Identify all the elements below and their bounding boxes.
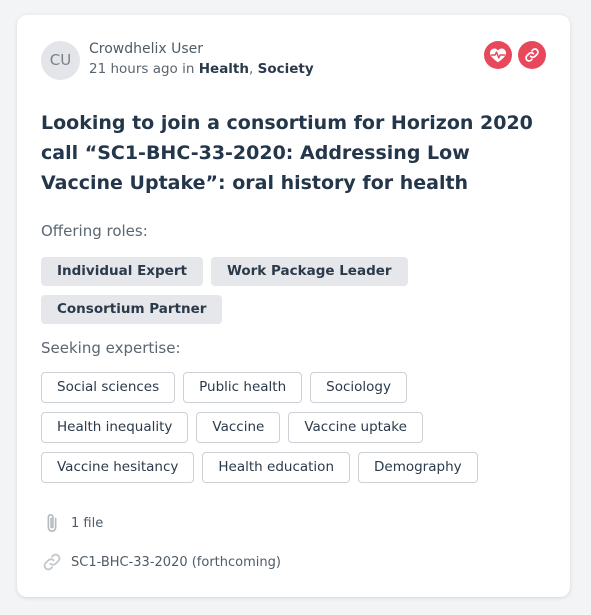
- heart-pulse-icon: [489, 48, 507, 63]
- paperclip-icon: [41, 512, 63, 534]
- in-word: in: [182, 61, 195, 77]
- post-actions: [484, 41, 546, 69]
- expertise-tag[interactable]: Demography: [358, 452, 478, 483]
- expertise-tag[interactable]: Social sciences: [41, 372, 176, 403]
- seeking-expertise-label: Seeking expertise:: [41, 339, 181, 357]
- role-chip: Work Package Leader: [210, 257, 408, 286]
- post-card: CU Crowdhelix User 21 hours ago in Healt…: [17, 15, 570, 597]
- expertise-tag[interactable]: Vaccine uptake: [288, 412, 423, 443]
- category-link-society[interactable]: Society: [258, 61, 314, 77]
- post-title[interactable]: Looking to join a consortium for Horizon…: [41, 108, 551, 198]
- expertise-tag[interactable]: Health inequality: [41, 412, 189, 443]
- expertise-tag[interactable]: Health education: [202, 452, 350, 483]
- role-chip: Individual Expert: [41, 257, 203, 286]
- call-link-text[interactable]: SC1-BHC-33-2020 (forthcoming): [71, 555, 281, 570]
- link-icon: [525, 48, 539, 62]
- category-link-health[interactable]: Health: [199, 61, 249, 77]
- expertise-tag[interactable]: Public health: [183, 372, 303, 403]
- expertise-tag[interactable]: Sociology: [310, 372, 407, 403]
- attachments-row[interactable]: 1 file: [41, 512, 103, 534]
- call-link-row[interactable]: SC1-BHC-33-2020 (forthcoming): [41, 551, 281, 573]
- expertise-tag[interactable]: Vaccine: [196, 412, 281, 443]
- offering-roles-label: Offering roles:: [41, 222, 148, 240]
- author-name[interactable]: Crowdhelix User: [89, 41, 203, 57]
- expertise-tag[interactable]: Vaccine hesitancy: [41, 452, 195, 483]
- role-chip: Consortium Partner: [41, 295, 223, 324]
- copy-link-button[interactable]: [518, 41, 546, 69]
- seeking-expertise-list: Social sciences Public health Sociology …: [41, 372, 551, 492]
- avatar[interactable]: CU: [41, 41, 80, 80]
- offering-roles-list: Individual Expert Work Package Leader Co…: [41, 257, 551, 333]
- file-count: 1 file: [71, 515, 104, 531]
- post-time: 21 hours ago: [89, 61, 178, 77]
- post-header: CU Crowdhelix User 21 hours ago in Healt…: [41, 40, 546, 82]
- health-button[interactable]: [484, 41, 512, 69]
- post-meta: 21 hours ago in Health, Society: [89, 61, 314, 77]
- link-icon: [41, 551, 63, 573]
